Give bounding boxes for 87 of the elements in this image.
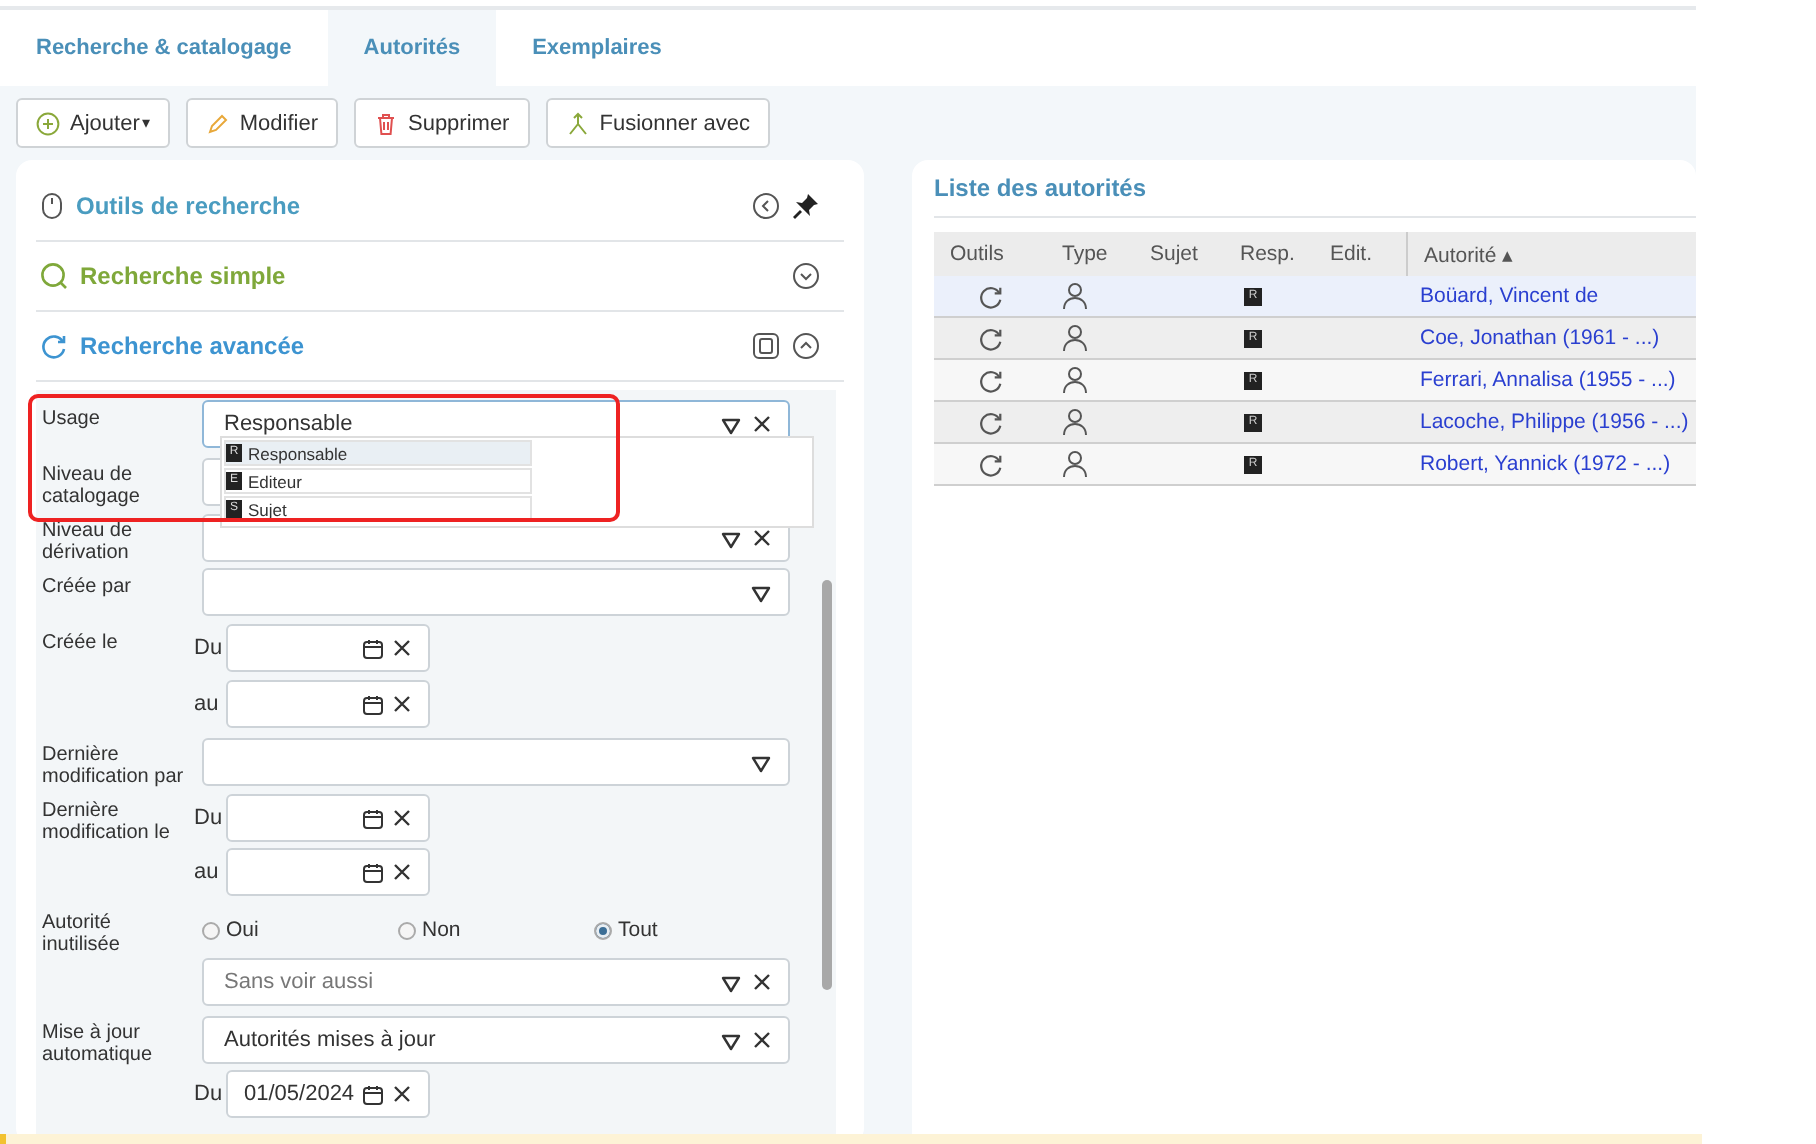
authority-link[interactable]: Lacoche, Philippe (1956 - ...) [1420, 410, 1689, 434]
pencil-icon [205, 111, 230, 135]
date-prefix: Du [194, 636, 218, 660]
collapse-left-icon[interactable] [752, 192, 780, 220]
dropdown-icon[interactable] [750, 581, 772, 603]
field-label: Usage [42, 406, 102, 434]
column-header[interactable]: Outils [934, 242, 1062, 266]
tab[interactable]: Exemplaires [496, 10, 698, 86]
dropdown-icon[interactable] [750, 751, 772, 773]
date-field[interactable] [226, 848, 430, 896]
date-prefix: Du [194, 806, 218, 830]
dropdown-icon[interactable] [720, 971, 742, 993]
field-label: Dernière modification le [42, 798, 172, 844]
dropdown-icon[interactable] [720, 413, 742, 435]
person-icon [1062, 450, 1088, 478]
refresh-icon[interactable] [978, 451, 1004, 477]
calendar-icon[interactable] [362, 637, 384, 659]
plus-icon [36, 111, 60, 135]
radio-option[interactable]: Tout [594, 918, 790, 942]
date-field[interactable]: 01/05/2024 [226, 1070, 430, 1118]
refresh-icon [40, 332, 68, 360]
clear-icon[interactable] [752, 528, 772, 548]
dropdown-icon[interactable] [720, 1029, 742, 1051]
authority-link[interactable]: Robert, Yannick (1972 - ...) [1420, 452, 1671, 476]
refresh-icon[interactable] [978, 283, 1004, 309]
calendar-icon[interactable] [362, 807, 384, 829]
mouse-icon [40, 192, 64, 220]
column-header[interactable]: Edit. [1330, 242, 1406, 266]
search-icon [40, 262, 68, 290]
clear-icon[interactable] [392, 808, 412, 828]
radio-option[interactable]: Oui [202, 918, 398, 942]
clear-icon[interactable] [752, 414, 772, 434]
field-label: Niveau de catalogage [42, 462, 142, 508]
calendar-icon[interactable] [362, 693, 384, 715]
field-label: Dernière modification par [42, 742, 186, 788]
date-prefix: au [194, 860, 218, 884]
clear-icon[interactable] [392, 1084, 413, 1104]
chevron-up-icon[interactable] [792, 332, 820, 360]
select-field[interactable] [202, 738, 790, 786]
dropdown-icon[interactable] [720, 527, 742, 549]
date-field[interactable] [226, 624, 430, 672]
date-prefix: Du [194, 1082, 218, 1106]
authority-link[interactable]: Coe, Jonathan (1961 - ...) [1420, 326, 1660, 350]
pin-icon[interactable] [792, 192, 820, 220]
merge-icon [565, 111, 590, 135]
tablet-icon[interactable] [752, 332, 780, 360]
person-icon [1062, 282, 1088, 310]
authority-link[interactable]: Boüard, Vincent de [1420, 284, 1599, 308]
refresh-icon[interactable] [978, 367, 1004, 393]
add-button[interactable]: Ajouter▾ [16, 98, 170, 148]
calendar-icon[interactable] [362, 1083, 385, 1105]
select-field[interactable]: Autorités mises à jour [202, 1016, 790, 1064]
chevron-down-icon[interactable] [792, 262, 820, 290]
clear-icon[interactable] [752, 972, 772, 992]
clear-icon[interactable] [392, 694, 412, 714]
field-label: Créée le [42, 630, 120, 658]
person-icon [1062, 366, 1088, 394]
radio-option[interactable]: Non [398, 918, 594, 942]
column-header[interactable]: Type [1062, 242, 1150, 266]
date-field[interactable] [226, 794, 430, 842]
column-header[interactable]: Sujet [1150, 242, 1240, 266]
select-field[interactable]: Sans voir aussi [202, 958, 790, 1006]
edit-button[interactable]: Modifier [185, 98, 338, 148]
field-label: Mise à jour automatique [42, 1020, 155, 1066]
field-label: Autorité inutilisée [42, 910, 122, 956]
delete-button[interactable]: Supprimer [353, 98, 530, 148]
column-header[interactable]: Resp. [1240, 242, 1330, 266]
clear-icon[interactable] [752, 1030, 772, 1050]
trash-icon [373, 111, 398, 135]
scrollbar[interactable] [822, 580, 832, 990]
select-field[interactable] [202, 568, 790, 616]
calendar-icon[interactable] [362, 861, 384, 883]
caret-icon: ▾ [141, 114, 150, 132]
clear-icon[interactable] [392, 862, 412, 882]
panel-title: Liste des autorités [934, 160, 1696, 218]
field-label: Créée par [42, 574, 133, 602]
person-icon [1062, 408, 1088, 436]
authority-link[interactable]: Ferrari, Annalisa (1955 - ...) [1420, 368, 1676, 392]
refresh-icon[interactable] [978, 409, 1004, 435]
date-prefix: au [194, 692, 218, 716]
tab[interactable]: Recherche & catalogage [0, 10, 328, 86]
refresh-icon[interactable] [978, 325, 1004, 351]
person-icon [1062, 324, 1088, 352]
clear-icon[interactable] [392, 638, 412, 658]
date-field[interactable] [226, 680, 430, 728]
field-label: Niveau de dérivation [42, 518, 135, 564]
merge-button[interactable]: Fusionner avec [545, 98, 770, 148]
